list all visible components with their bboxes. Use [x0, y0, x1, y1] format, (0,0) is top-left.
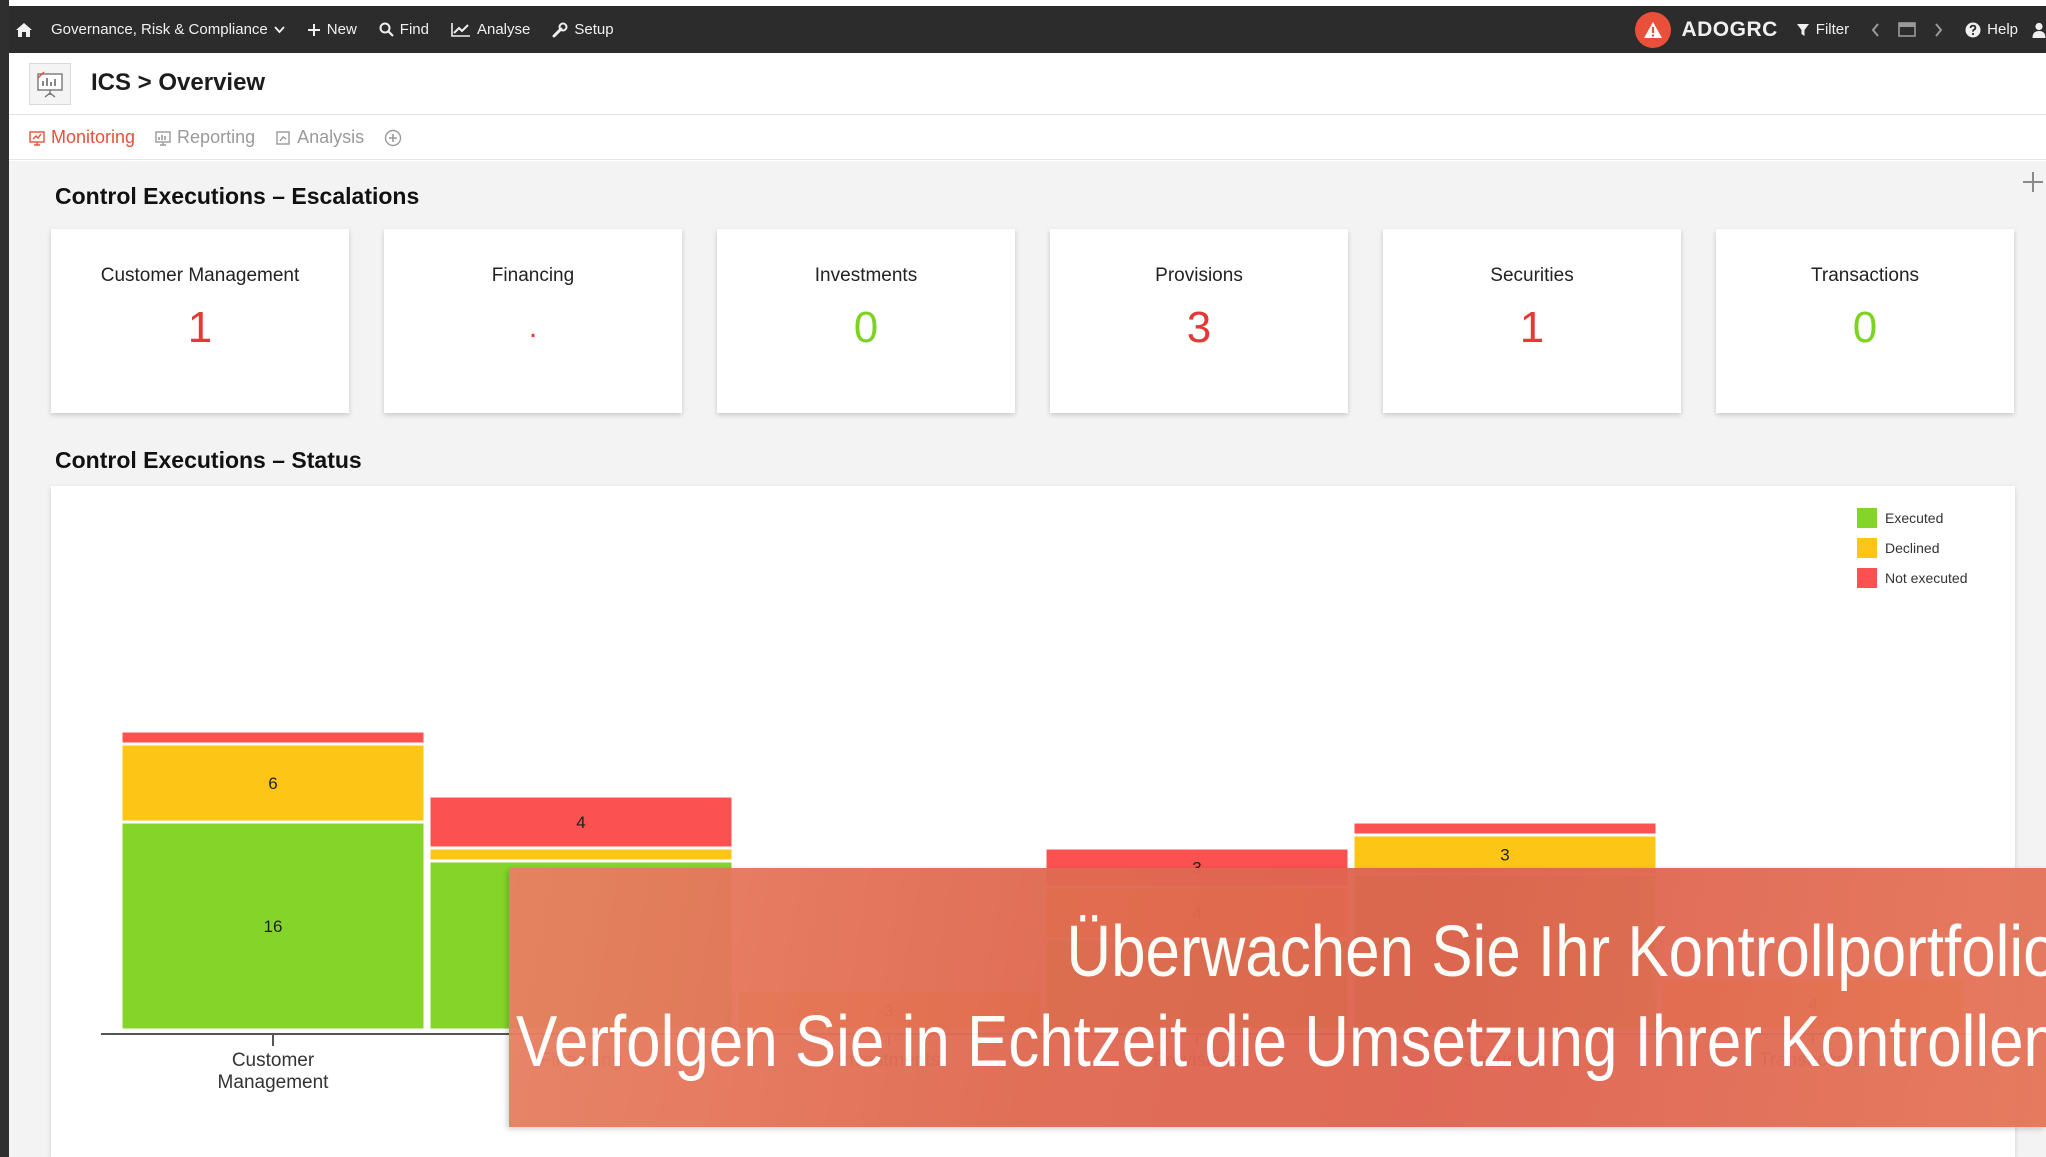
kpi-card-provisions[interactable]: Provisions 3 — [1050, 229, 1348, 413]
kpi-label: Financing — [491, 265, 575, 286]
tab-reporting[interactable]: Reporting — [155, 127, 255, 148]
bar-declined-1 — [427, 846, 735, 863]
kpi-label: Provisions — [1155, 265, 1243, 286]
top-navigation-bar: Governance, Risk & Compliance New Find A… — [9, 6, 2046, 53]
kpi-label: Customer Management — [100, 265, 300, 286]
filter-label: Filter — [1815, 21, 1850, 38]
tab-analysis[interactable]: Analysis — [275, 127, 364, 148]
bar-not-executed-0 — [119, 729, 427, 746]
x-tick-label-word: Management — [218, 1072, 330, 1093]
analyse-button[interactable]: Analyse — [451, 21, 530, 38]
setup-button[interactable]: Setup — [552, 21, 614, 38]
kpi-label: Transactions — [1810, 265, 1920, 286]
x-tick-label: Customer Management — [218, 1050, 330, 1093]
add-tab-button[interactable] — [384, 129, 402, 147]
kpi-card-investments[interactable]: Investments 0 — [717, 229, 1015, 413]
plus-icon — [307, 23, 320, 36]
find-label: Find — [399, 21, 429, 38]
x-tick-label-word: Customer — [232, 1050, 315, 1071]
help-label: Help — [1987, 21, 2018, 38]
legend-label: Executed — [1885, 510, 1943, 526]
search-icon — [379, 22, 394, 37]
home-icon — [16, 22, 32, 37]
forward-button[interactable] — [1934, 22, 1943, 37]
window-left-border — [0, 0, 9, 1157]
module-menu[interactable]: Governance, Risk & Compliance — [51, 21, 285, 38]
legend-swatch-not-executed — [1857, 568, 1877, 588]
user-icon — [2032, 22, 2046, 38]
kpi-card-financing[interactable]: Financing . — [384, 229, 682, 413]
bar-not-executed-4 — [1351, 820, 1659, 837]
kpi-value: 0 — [853, 303, 879, 352]
add-widget-button[interactable] — [2022, 169, 2044, 199]
add-circle-icon — [384, 129, 402, 146]
user-button[interactable] — [2032, 22, 2046, 38]
kpi-label: Securities — [1490, 265, 1574, 286]
chevron-right-icon — [1935, 22, 1943, 37]
module-menu-label: Governance, Risk & Compliance — [51, 21, 268, 38]
chevron-down-icon — [274, 25, 285, 33]
kpi-value: 3 — [1186, 303, 1212, 352]
tab-analysis-label: Analysis — [297, 127, 365, 147]
help-icon — [1965, 22, 1981, 37]
data-label: 6 — [268, 774, 277, 793]
kpi-value: 1 — [187, 303, 213, 352]
find-button[interactable]: Find — [379, 21, 429, 38]
page-header: ICS > Overview — [9, 53, 2046, 115]
analyse-label: Analyse — [476, 21, 531, 38]
breadcrumb: ICS > Overview — [91, 69, 266, 96]
new-label: New — [326, 21, 357, 38]
tab-monitoring-label: Monitoring — [51, 127, 136, 147]
reporting-icon — [155, 130, 171, 146]
data-label: 16 — [264, 917, 283, 936]
new-button[interactable]: New — [307, 21, 357, 38]
status-title: Control Executions – Status — [55, 447, 362, 473]
adogrc-logo-icon — [1635, 11, 1672, 48]
window-button[interactable] — [1898, 22, 1916, 37]
filter-icon — [1796, 23, 1809, 36]
legend-label: Declined — [1885, 540, 1939, 556]
legend-swatch-executed — [1857, 508, 1877, 528]
presentation-chart-icon — [29, 63, 71, 105]
brand: ADOGRC — [1635, 11, 1778, 48]
legend-label: Not executed — [1885, 570, 1968, 586]
kpi-card-securities[interactable]: Securities 1 — [1383, 229, 1681, 413]
plus-icon — [2023, 172, 2043, 192]
home-button[interactable] — [15, 22, 33, 38]
filter-button[interactable]: Filter — [1796, 21, 1849, 38]
banner-subline: Verfolgen Sie in Echtzeit die Umsetzung … — [516, 1002, 2046, 1082]
kpi-label: Investments — [814, 265, 918, 286]
back-button[interactable] — [1871, 22, 1880, 37]
window-icon — [1898, 22, 1916, 37]
kpi-value: 0 — [1852, 303, 1878, 352]
line-chart-icon — [451, 23, 470, 37]
tab-bar: Monitoring Reporting Analysis — [9, 116, 2046, 160]
chevron-left-icon — [1871, 22, 1879, 37]
kpi-value: 1 — [1519, 303, 1545, 352]
tab-reporting-label: Reporting — [177, 127, 256, 147]
escalations-title: Control Executions – Escalations — [55, 183, 420, 209]
setup-label: Setup — [574, 21, 614, 38]
monitoring-icon — [29, 130, 45, 146]
wrench-icon — [552, 22, 568, 37]
analysis-icon — [276, 130, 290, 145]
promo-banner: Überwachen Sie Ihr Kontrollportfolio Ver… — [509, 868, 2046, 1127]
topbar-right-group: ADOGRC Filter Help — [1635, 6, 2046, 53]
app-window: Governance, Risk & Compliance New Find A… — [0, 0, 2046, 1157]
help-button[interactable]: Help — [1965, 21, 2018, 38]
kpi-card-customer-management[interactable]: Customer Management 1 — [51, 229, 349, 413]
kpi-value: . — [528, 311, 538, 344]
banner-headline: Überwachen Sie Ihr Kontrollportfolio — [1066, 912, 2046, 992]
data-label: 3 — [1500, 846, 1509, 865]
data-label: 4 — [576, 813, 585, 832]
tab-monitoring[interactable]: Monitoring — [29, 127, 135, 148]
brand-name: ADOGRC — [1681, 17, 1778, 41]
kpi-card-transactions[interactable]: Transactions 0 — [1716, 229, 2014, 413]
legend-swatch-declined — [1857, 538, 1877, 558]
